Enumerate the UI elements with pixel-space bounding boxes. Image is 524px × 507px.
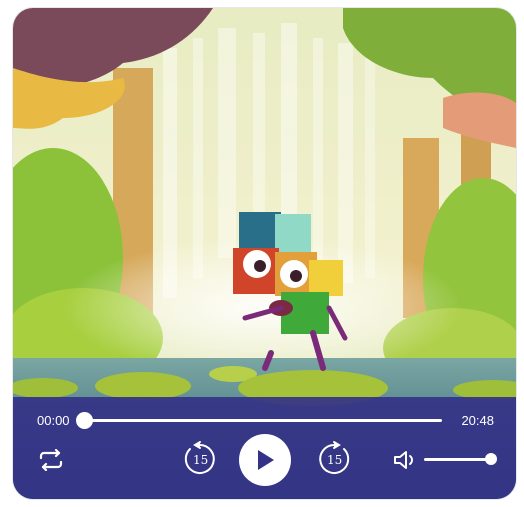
- play-icon: [258, 450, 274, 470]
- progress-handle[interactable]: [76, 412, 93, 429]
- forward-15-button[interactable]: 15: [315, 440, 353, 478]
- volume-icon: [394, 451, 413, 469]
- volume-handle[interactable]: [485, 453, 497, 465]
- play-button[interactable]: [239, 434, 291, 486]
- video-player-card: 00:00 20:48 15 15: [13, 8, 516, 499]
- forward-seconds: 15: [327, 453, 343, 467]
- current-time: 00:00: [37, 413, 70, 428]
- rewind-seconds: 15: [193, 453, 209, 467]
- duration: 20:48: [461, 413, 494, 428]
- repeat-button[interactable]: [36, 447, 66, 473]
- player-controls: 00:00 20:48 15 15: [13, 397, 516, 499]
- rewind-15-button[interactable]: 15: [181, 440, 219, 478]
- volume-button[interactable]: [391, 447, 419, 473]
- volume-track[interactable]: [424, 458, 491, 461]
- repeat-icon: [39, 449, 63, 471]
- stone: [95, 372, 191, 400]
- progress-track[interactable]: [84, 419, 442, 422]
